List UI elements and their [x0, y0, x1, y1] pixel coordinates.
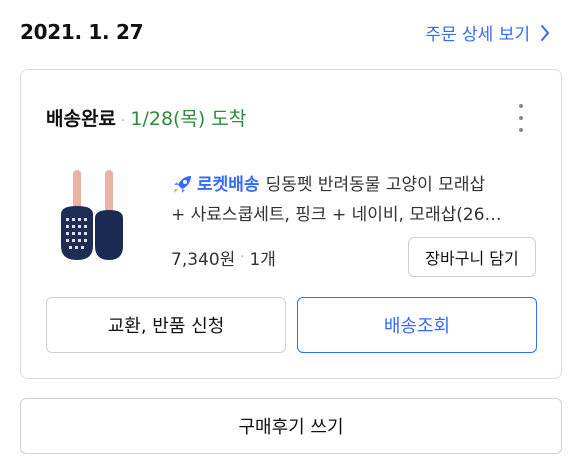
exchange-return-button[interactable]: 교환, 반품 신청: [46, 297, 286, 353]
product-name-line1: 딩동펫 반려동물 고양이 모래삽: [265, 175, 486, 195]
delivery-status: 배송완료 · 1/28(목) 도착: [46, 104, 246, 131]
product-info[interactable]: 로켓배송 딩동펫 반려동물 고양이 모래삽 + 사료스쿱세트, 핑크 + 네이비…: [171, 170, 541, 230]
order-card: 배송완료 · 1/28(목) 도착 로켓배송 딩동펫 반려동물 고양이 모래삽 …: [20, 69, 562, 379]
order-detail-link[interactable]: 주문 상세 보기: [425, 20, 550, 45]
order-date: 2021. 1. 27: [20, 20, 144, 44]
chevron-right-icon: [541, 24, 549, 41]
rocket-delivery-badge: 로켓배송: [171, 170, 260, 200]
write-review-button[interactable]: 구매후기 쓰기: [20, 398, 562, 454]
arrival-date: 1/28(목) 도착: [130, 108, 247, 130]
delivery-status-label: 배송완료: [46, 108, 116, 130]
separator-dot: ·: [240, 250, 245, 265]
track-delivery-button[interactable]: 배송조회: [297, 297, 537, 353]
more-options-icon[interactable]: [511, 104, 531, 132]
order-detail-label: 주문 상세 보기: [425, 25, 530, 45]
price-quantity: 7,340원 · 1개: [171, 245, 276, 270]
rocket-icon: [174, 176, 191, 193]
rocket-delivery-label: 로켓배송: [197, 175, 260, 195]
separator-dot: ·: [120, 113, 126, 129]
litter-scoop-set-image[interactable]: [55, 168, 135, 264]
product-quantity: 1개: [249, 250, 276, 270]
product-name-line2: + 사료스쿱세트, 핑크 + 네이비, 모래삽(26…: [171, 205, 502, 225]
product-price: 7,340원: [171, 250, 236, 270]
add-to-cart-button[interactable]: 장바구니 담기: [408, 237, 536, 277]
